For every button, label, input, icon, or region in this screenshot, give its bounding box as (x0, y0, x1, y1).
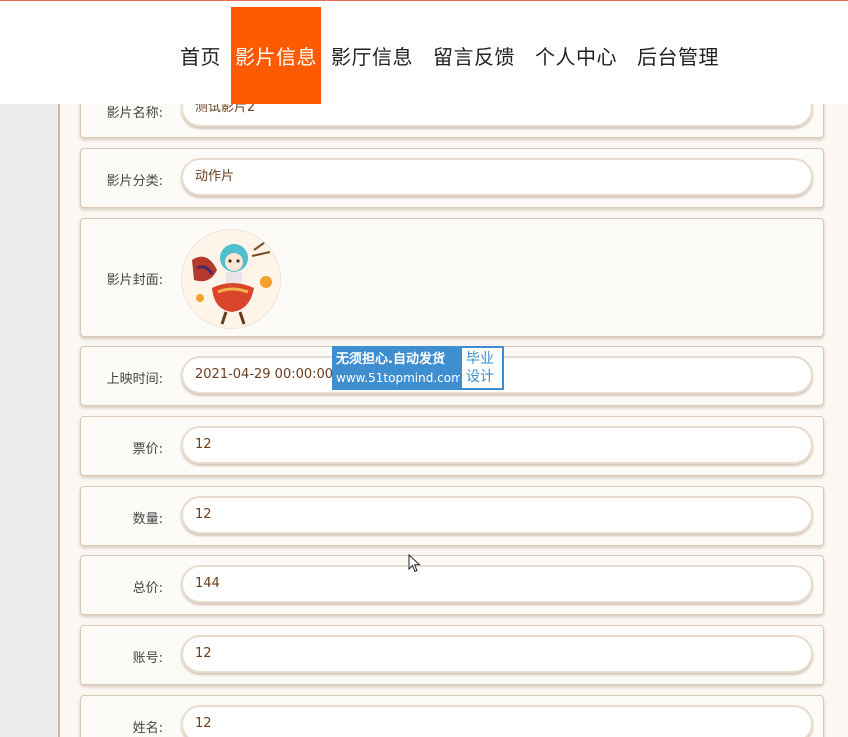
row-total: 总价: 144 (80, 555, 824, 615)
page: 影片名称: 测试影片2 影片分类: 动作片 影片封面: 上映时间: 2021-0… (0, 0, 848, 737)
nav-movie-info[interactable]: 影片信息 (231, 7, 321, 104)
category-field[interactable]: 动作片 (181, 158, 813, 196)
cover-label: 影片封面: (106, 273, 163, 288)
quantity-field[interactable]: 12 (181, 496, 813, 534)
watermark-badge-line2: 设计 (466, 369, 494, 385)
top-navigation-bar: 首页 影片信息 影厅信息 留言反馈 个人中心 后台管理 (0, 0, 848, 104)
total-label: 总价: (132, 581, 163, 596)
mouse-cursor-icon (408, 554, 421, 573)
account-field[interactable]: 12 (181, 635, 813, 673)
total-field[interactable]: 144 (181, 565, 813, 603)
row-category: 影片分类: 动作片 (80, 148, 824, 208)
watermark-line2: www.51topmind.com (336, 371, 463, 385)
price-label: 票价: (132, 442, 163, 457)
cover-illustration-icon (182, 230, 280, 328)
category-label: 影片分类: (106, 174, 163, 189)
nav-personal-center[interactable]: 个人中心 (525, 7, 627, 104)
row-cover: 影片封面: (80, 218, 824, 337)
nav-hall-info[interactable]: 影厅信息 (321, 7, 423, 104)
name-label: 姓名: (132, 721, 163, 736)
watermark-text-block: 无须担心.自动发货 www.51topmind.com (332, 346, 463, 390)
movie-name-label: 影片名称: (106, 106, 163, 121)
nav-feedback[interactable]: 留言反馈 (423, 7, 525, 104)
watermark-overlay: 无须担心.自动发货 www.51topmind.com 毕业 设计 (332, 346, 504, 390)
movie-cover-image[interactable] (181, 229, 281, 329)
nav-home[interactable]: 首页 (170, 7, 231, 104)
account-label: 账号: (132, 651, 163, 666)
showtime-label: 上映时间: (106, 372, 163, 387)
row-quantity: 数量: 12 (80, 486, 824, 546)
main-nav: 首页 影片信息 影厅信息 留言反馈 个人中心 后台管理 (170, 7, 729, 104)
watermark-badge: 毕业 设计 (460, 346, 504, 390)
quantity-label: 数量: (132, 512, 163, 527)
watermark-badge-line1: 毕业 (466, 351, 494, 367)
nav-admin[interactable]: 后台管理 (627, 7, 729, 104)
row-price: 票价: 12 (80, 416, 824, 476)
row-account: 账号: 12 (80, 625, 824, 685)
row-name: 姓名: 12 (80, 695, 824, 737)
name-field[interactable]: 12 (181, 705, 813, 737)
watermark-line1: 无须担心.自动发货 (336, 352, 445, 367)
price-field[interactable]: 12 (181, 426, 813, 464)
